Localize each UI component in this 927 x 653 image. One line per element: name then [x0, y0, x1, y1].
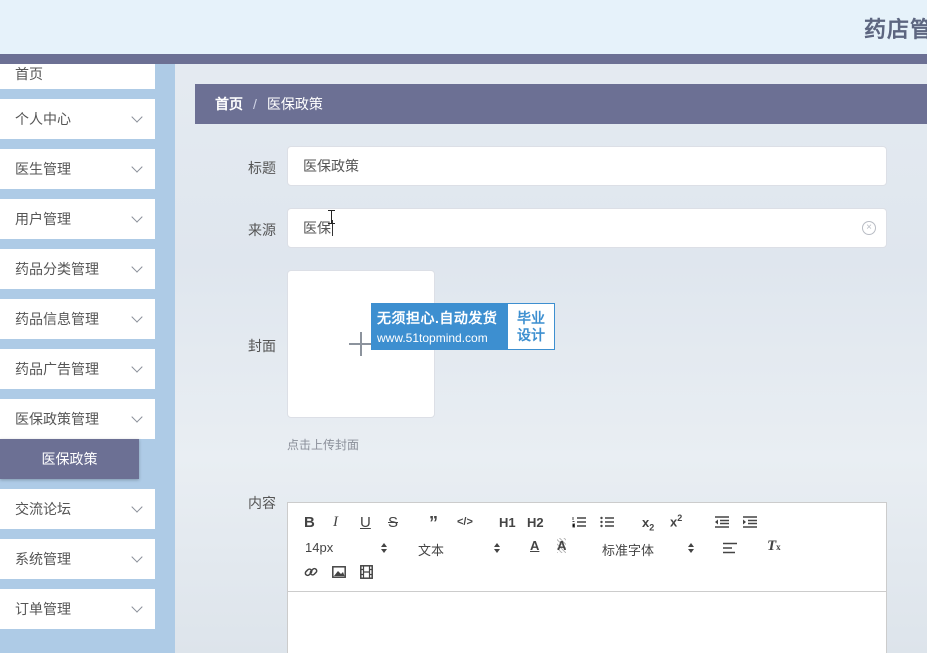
breadcrumb: 首页 / 医保政策 [195, 84, 927, 124]
code-block-icon[interactable]: </> [457, 516, 473, 528]
header-accent-strip [0, 54, 927, 64]
font-family-select[interactable]: 标准字体 [602, 540, 654, 559]
ordered-list-icon[interactable] [572, 516, 586, 528]
content-label: 内容 [248, 495, 276, 511]
breadcrumb-home[interactable]: 首页 [215, 94, 243, 114]
header-select-value: 文本 [418, 543, 445, 558]
background-color-icon[interactable]: A [557, 538, 567, 553]
sidebar-item-label: 医保政策管理 [15, 411, 99, 427]
editor-toolbar: B I U S ” </> H1 H2 x2 x2 14px 文本 A A 标准… [288, 503, 886, 592]
heading1-label: H1 [499, 515, 516, 530]
image-icon[interactable] [332, 566, 346, 578]
watermark-left: 无须担心.自动发货 www.51topmind.com [372, 304, 508, 349]
font-family-value: 标准字体 [602, 543, 655, 558]
chevron-down-icon [131, 361, 143, 373]
indent-icon[interactable] [742, 516, 757, 528]
cover-label: 封面 [248, 338, 276, 354]
sidebar-item-label: 订单管理 [15, 601, 71, 617]
sidebar-item-doctor-management[interactable]: 医生管理 [0, 149, 155, 189]
title-label: 标题 [248, 160, 276, 176]
chevron-down-icon [131, 261, 143, 273]
sidebar-item-forum[interactable]: 交流论坛 [0, 489, 155, 529]
sidebar-item-home[interactable]: 首页 [0, 64, 155, 89]
sidebar-item-label: 用户管理 [15, 211, 71, 227]
heading2-label: H2 [527, 515, 544, 530]
heading2-icon[interactable]: H2 [527, 515, 544, 530]
sidebar-item-label: 个人中心 [15, 111, 71, 127]
watermark-slogan: 无须担心.自动发货 [377, 310, 498, 326]
chevron-down-icon [131, 311, 143, 323]
sidebar-item-drug-category[interactable]: 药品分类管理 [0, 249, 155, 289]
chevron-down-icon [131, 551, 143, 563]
heading1-icon[interactable]: H1 [499, 515, 516, 530]
ibeam-cursor-icon [328, 210, 335, 224]
sidebar-subitem-label: 医保政策 [41, 451, 98, 467]
italic-icon[interactable]: I [333, 514, 338, 531]
sidebar-item-label: 系统管理 [15, 551, 71, 567]
source-label: 来源 [248, 222, 276, 238]
title-input[interactable]: 医保政策 [287, 146, 887, 186]
watermark-right: 毕业 设计 [508, 304, 554, 349]
header-select[interactable]: 文本 [418, 540, 444, 559]
underline-icon[interactable]: U [360, 514, 371, 531]
rich-text-editor[interactable]: B I U S ” </> H1 H2 x2 x2 14px 文本 A A 标准… [287, 502, 887, 653]
outdent-icon[interactable] [714, 516, 729, 528]
sidebar-item-label: 首页 [15, 66, 43, 82]
chevron-down-icon [131, 211, 143, 223]
watermark-side-top: 毕业 [517, 309, 545, 326]
app-title: 药店管 [863, 17, 927, 42]
chevron-down-icon [131, 601, 143, 613]
subscript-icon[interactable]: x2 [642, 515, 654, 533]
breadcrumb-separator: / [253, 96, 257, 112]
clear-icon[interactable]: × [862, 221, 876, 235]
font-size-select[interactable]: 14px [305, 540, 333, 555]
cover-upload-tip: 点击上传封面 [287, 438, 360, 452]
video-icon[interactable] [360, 565, 373, 579]
source-input-value: 医保 [303, 220, 331, 236]
strikethrough-icon[interactable]: S [388, 514, 398, 531]
sidebar-item-user-management[interactable]: 用户管理 [0, 199, 155, 239]
chevron-down-icon [131, 161, 143, 173]
title-input-value: 医保政策 [303, 158, 359, 174]
plus-icon[interactable] [349, 332, 373, 356]
sidebar: 首页 个人中心 医生管理 用户管理 药品分类管理 药品信息管理 药品广告管理 医… [0, 64, 175, 653]
align-left-icon[interactable] [723, 542, 737, 554]
chevron-down-icon [131, 411, 143, 423]
superscript-icon[interactable]: x2 [670, 513, 682, 529]
link-icon[interactable] [304, 565, 318, 579]
editor-content-area[interactable] [288, 592, 886, 653]
breadcrumb-current: 医保政策 [266, 96, 323, 112]
sidebar-item-insurance-policy[interactable]: 医保政策管理 [0, 399, 155, 439]
sidebar-item-personal-center[interactable]: 个人中心 [0, 99, 155, 139]
sidebar-item-system-management[interactable]: 系统管理 [0, 539, 155, 579]
watermark-url: www.51topmind.com [377, 331, 488, 345]
watermark-side-bottom: 设计 [517, 326, 545, 343]
sidebar-item-label: 药品广告管理 [15, 361, 99, 377]
text-color-icon[interactable]: A [530, 538, 539, 553]
bold-icon[interactable]: B [304, 514, 315, 531]
sidebar-item-order-management[interactable]: 订单管理 [0, 589, 155, 629]
watermark-badge: 无须担心.自动发货 www.51topmind.com 毕业 设计 [371, 303, 555, 350]
bullet-list-icon[interactable] [600, 516, 614, 528]
sidebar-item-label: 医生管理 [15, 161, 71, 177]
top-header: 药店管 [0, 0, 927, 54]
clear-format-icon[interactable]: Tx [767, 538, 781, 555]
sidebar-item-label: 交流论坛 [15, 501, 71, 517]
sidebar-item-drug-info[interactable]: 药品信息管理 [0, 299, 155, 339]
sidebar-item-drug-ads[interactable]: 药品广告管理 [0, 349, 155, 389]
blockquote-icon[interactable]: ” [429, 513, 438, 534]
font-size-value: 14px [305, 540, 334, 555]
source-input[interactable]: 医保 × [287, 208, 887, 248]
chevron-down-icon [131, 501, 143, 513]
chevron-down-icon [131, 111, 143, 123]
sidebar-item-label: 药品信息管理 [15, 311, 99, 327]
sidebar-item-label: 药品分类管理 [15, 261, 99, 277]
sidebar-subitem-insurance-policy[interactable]: 医保政策 [0, 439, 139, 479]
